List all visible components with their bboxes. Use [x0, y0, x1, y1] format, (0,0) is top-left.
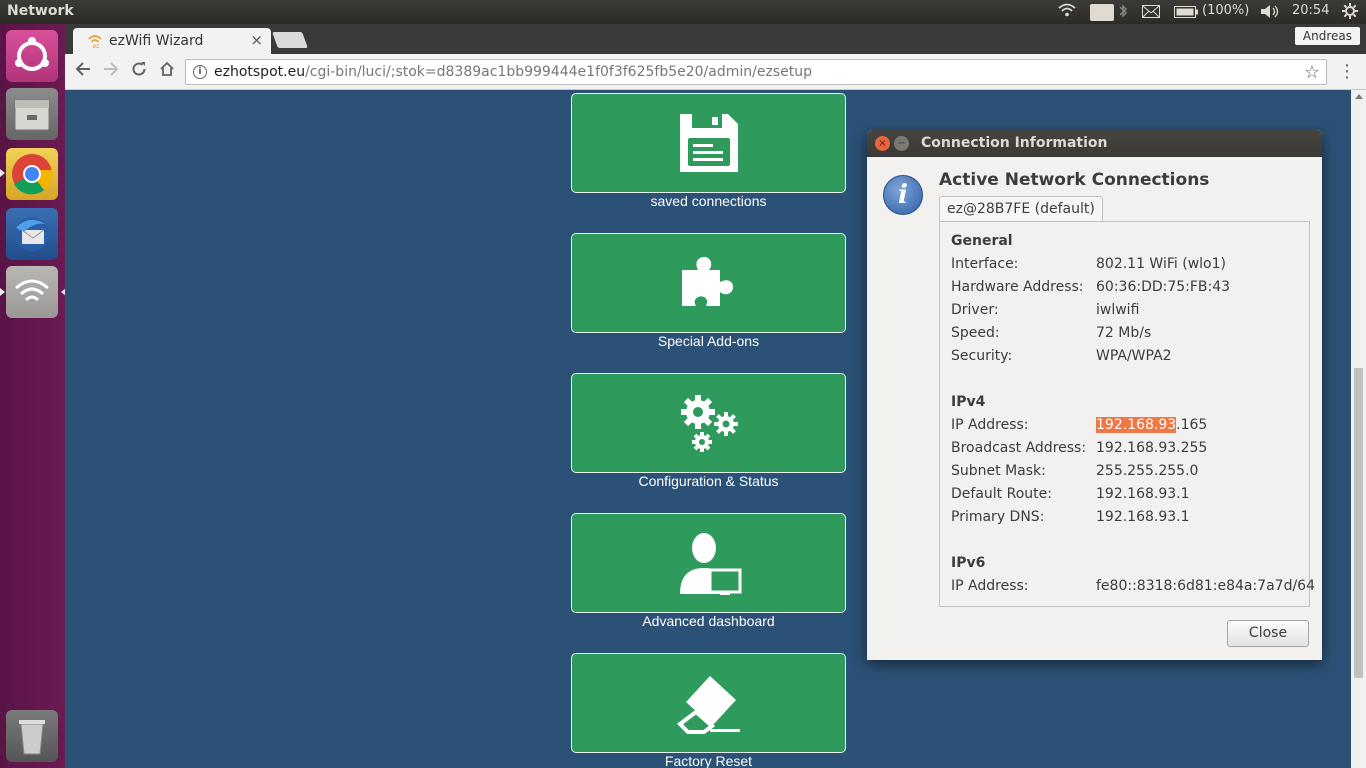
address-bar[interactable]: i ezhotspot.eu/cgi-bin/luci/;stok=d8389a… [185, 59, 1327, 85]
special-addons-label: Special Add-ons [657, 333, 760, 349]
saved-connections-tile[interactable] [571, 93, 846, 193]
detail-label: Speed: [951, 325, 1000, 341]
eraser-icon [676, 676, 740, 734]
top-panel: Network En (100%) 20:54 [0, 0, 1366, 24]
scroll-up-icon[interactable] [1355, 94, 1363, 99]
connection-details-panel: General Interface: 802.11 WiFi (wlo1) Ha… [939, 221, 1315, 607]
browser-toolbar: i ezhotspot.eu/cgi-bin/luci/;stok=d8389a… [65, 54, 1366, 90]
volume-icon[interactable] [1260, 4, 1280, 23]
detail-label: Driver: [951, 302, 999, 318]
advanced-dashboard-tile[interactable] [571, 513, 846, 613]
home-icon[interactable] [159, 61, 175, 82]
window-minimize-icon[interactable]: − [894, 136, 909, 151]
thunderbird-icon[interactable] [6, 208, 58, 260]
url-path: /cgi-bin/luci/;stok=d8389ac1bb999444e1f0… [305, 64, 812, 80]
active-app-name: Network [7, 3, 74, 19]
ipv6-address-value: fe80::8318:6d81:e84a:7a7d/64 [1096, 578, 1315, 594]
broadcast-address-value: 192.168.93.255 [1096, 440, 1208, 456]
trash-icon[interactable] [6, 710, 58, 762]
mail-icon[interactable] [1142, 5, 1160, 22]
detail-label: Security: [951, 348, 1013, 364]
clock[interactable]: 20:54 [1292, 3, 1329, 18]
favicon-wifi-icon: ez [87, 33, 103, 53]
ipv4-address-value[interactable]: 192.168.93.165 [1096, 417, 1207, 433]
hardware-address-value: 60:36:DD:75:FB:43 [1096, 279, 1231, 295]
configuration-status-tile[interactable] [571, 373, 846, 473]
detail-label: Broadcast Address: [951, 440, 1087, 456]
detail-label: Interface: [951, 256, 1019, 272]
running-indicator-icon [0, 169, 5, 177]
profile-button[interactable]: Andreas [1294, 27, 1360, 45]
bookmark-star-icon[interactable]: ☆ [1304, 62, 1320, 83]
speed-value: 72 Mb/s [1096, 325, 1152, 341]
ubuntu-dash-icon[interactable] [6, 30, 58, 82]
close-button[interactable]: Close [1227, 620, 1309, 647]
url-host: ezhotspot.eu [214, 64, 306, 80]
ipv4-address-rest: .165 [1176, 417, 1208, 433]
system-gear-icon[interactable] [1342, 3, 1358, 23]
window-close-icon[interactable]: × [875, 136, 890, 151]
dialog-heading: Active Network Connections [939, 170, 1210, 190]
tab-connection[interactable]: ez@28B7FE (default) [939, 196, 1103, 222]
dialog-title: Connection Information [921, 135, 1108, 151]
tab-title: ezWifi Wizard [109, 33, 204, 49]
dialog-titlebar[interactable]: × − Connection Information [867, 130, 1322, 157]
detail-label: Subnet Mask: [951, 463, 1046, 479]
general-header: General [951, 233, 1013, 249]
new-tab-button[interactable] [272, 32, 308, 48]
wifi-indicator-icon[interactable] [1058, 3, 1076, 21]
page-scrollbar[interactable] [1351, 90, 1366, 768]
keyboard-layout-indicator[interactable]: En [1090, 4, 1115, 21]
browser-menu-icon[interactable]: ⋮ [1338, 61, 1356, 82]
advanced-dashboard-label: Advanced dashboard [642, 613, 775, 629]
network-wifi-app-icon[interactable] [6, 266, 58, 318]
reload-icon[interactable] [131, 61, 147, 82]
battery-percent: (100%) [1202, 3, 1250, 18]
connection-info-dialog: × − Connection Information i Active Netw… [867, 130, 1322, 660]
configuration-status-label: Configuration & Status [638, 473, 779, 489]
files-icon[interactable] [6, 88, 58, 140]
info-icon: i [883, 175, 923, 215]
launcher [0, 24, 66, 768]
driver-value: iwlwifi [1096, 302, 1140, 318]
detail-label: Primary DNS: [951, 509, 1045, 525]
chrome-icon[interactable] [6, 148, 58, 200]
url-text: ezhotspot.eu/cgi-bin/luci/;stok=d8389ac1… [214, 64, 812, 80]
running-indicator-icon [0, 288, 5, 296]
battery-icon[interactable] [1174, 6, 1198, 22]
user-monitor-icon [680, 533, 742, 595]
svg-text:ez: ez [93, 43, 100, 49]
factory-reset-tile[interactable] [571, 653, 846, 753]
subnet-mask-value: 255.255.255.0 [1096, 463, 1199, 479]
detail-label: IP Address: [951, 417, 1029, 433]
ipv4-header: IPv4 [951, 394, 986, 410]
security-value: WPA/WPA2 [1096, 348, 1172, 364]
default-route-value: 192.168.93.1 [1096, 486, 1190, 502]
bluetooth-icon[interactable] [1118, 3, 1128, 23]
factory-reset-label: Factory Reset [664, 753, 753, 768]
primary-dns-value: 192.168.93.1 [1096, 509, 1190, 525]
detail-label: Default Route: [951, 486, 1052, 502]
puzzle-piece-icon [682, 256, 734, 306]
browser-tabstrip: ez ezWifi Wizard × Andreas [65, 24, 1366, 54]
text-selection: 192.168.93 [1096, 417, 1177, 433]
special-addons-tile[interactable] [571, 233, 846, 333]
detail-label: Hardware Address: [951, 279, 1084, 295]
forward-arrow-icon[interactable] [103, 61, 119, 82]
saved-connections-label: saved connections [650, 193, 767, 209]
gears-icon [681, 395, 738, 452]
site-info-icon[interactable]: i [193, 65, 207, 79]
ipv6-header: IPv6 [951, 555, 986, 571]
scrollbar-thumb[interactable] [1354, 368, 1363, 678]
detail-label: IP Address: [951, 578, 1029, 594]
tab-close-icon[interactable]: × [250, 31, 263, 49]
floppy-disk-icon [680, 114, 738, 172]
interface-value: 802.11 WiFi (wlo1) [1096, 256, 1226, 272]
tab-ezwifi-wizard[interactable]: ez ezWifi Wizard × [73, 28, 271, 54]
back-arrow-icon[interactable] [75, 61, 91, 82]
